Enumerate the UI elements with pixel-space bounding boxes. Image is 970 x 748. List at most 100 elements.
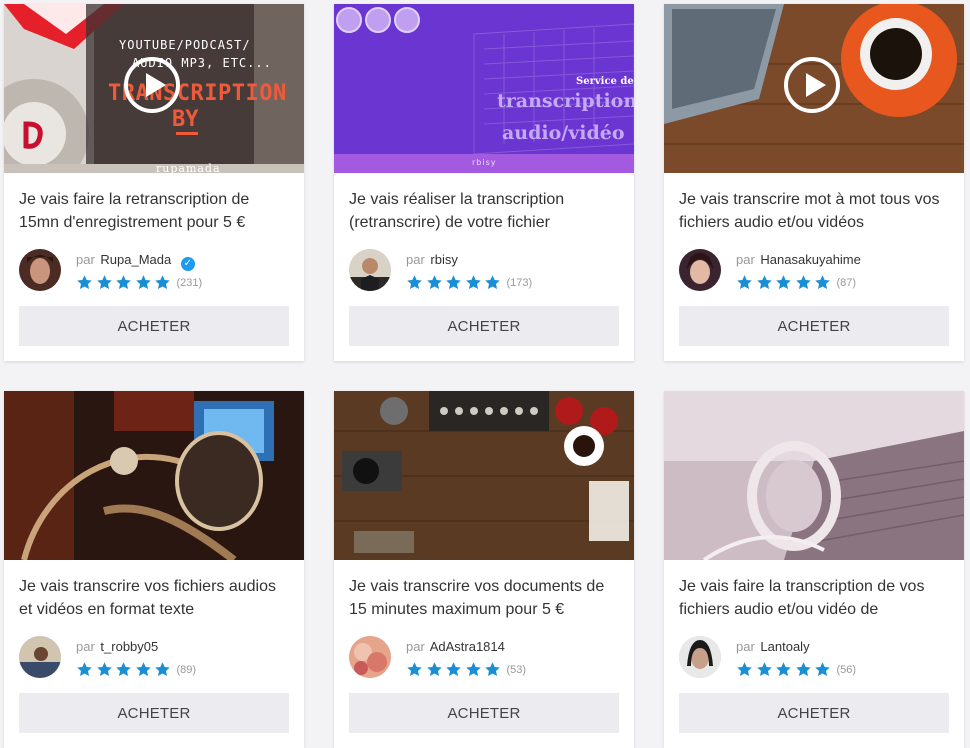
- rating: (56): [736, 661, 856, 678]
- gig-thumbnail[interactable]: [334, 391, 634, 560]
- gig-card[interactable]: Je vais transcrire vos fichiers audios e…: [4, 391, 304, 748]
- play-icon[interactable]: [124, 57, 180, 113]
- star-icon: [135, 274, 152, 291]
- verified-badge-icon: ✓: [180, 257, 195, 271]
- star-icon: [96, 661, 113, 678]
- gig-title[interactable]: Je vais transcrire vos fichiers audios e…: [19, 575, 291, 621]
- thumbnail-image: [334, 4, 634, 173]
- seller-line: par t_robby05: [76, 639, 158, 654]
- seller-line: par Hanasakuyahime: [736, 252, 861, 267]
- star-icon: [795, 274, 812, 291]
- thumbnail-image: [334, 391, 634, 560]
- star-icon: [756, 661, 773, 678]
- buy-button[interactable]: ACHETER: [349, 306, 619, 346]
- thumb-text-line: transcription: [497, 90, 634, 112]
- avatar[interactable]: [349, 249, 391, 291]
- rating: (87): [736, 274, 856, 291]
- star-icon: [736, 661, 753, 678]
- gig-title[interactable]: Je vais faire la transcription de vos fi…: [679, 575, 951, 621]
- star-icon: [814, 274, 831, 291]
- buy-button[interactable]: ACHETER: [19, 306, 289, 346]
- gig-card[interactable]: Je vais transcrire vos documents de 15 m…: [334, 391, 634, 748]
- gig-thumbnail[interactable]: YOUTUBE/PODCAST/ AUDIO MP3, ETC... TRANS…: [4, 4, 304, 173]
- star-icon: [76, 274, 93, 291]
- star-icon: [406, 274, 423, 291]
- thumbnail-image: [664, 391, 964, 560]
- star-icon: [814, 661, 831, 678]
- buy-button[interactable]: ACHETER: [679, 693, 949, 733]
- play-icon[interactable]: [784, 57, 840, 113]
- star-icon: [154, 274, 171, 291]
- star-icon: [406, 661, 423, 678]
- gig-thumbnail[interactable]: [4, 391, 304, 560]
- seller-name[interactable]: Lantoaly: [760, 639, 809, 654]
- seller-name[interactable]: AdAstra1814: [430, 639, 505, 654]
- buy-button[interactable]: ACHETER: [679, 306, 949, 346]
- avatar[interactable]: [19, 636, 61, 678]
- gig-card[interactable]: Je vais transcrire mot à mot tous vos fi…: [664, 4, 964, 361]
- gig-title[interactable]: Je vais transcrire vos documents de 15 m…: [349, 575, 621, 621]
- by-label: par: [406, 639, 425, 654]
- gig-card[interactable]: Service de transcription audio/vidéo rbi…: [334, 4, 634, 361]
- star-icon: [96, 274, 113, 291]
- avatar[interactable]: [19, 249, 61, 291]
- rating: (173): [406, 274, 532, 291]
- by-label: par: [406, 252, 425, 267]
- rating-count: (89): [176, 663, 197, 676]
- gig-thumbnail[interactable]: Service de transcription audio/vidéo rbi…: [334, 4, 634, 173]
- star-icon: [445, 661, 462, 678]
- buy-button[interactable]: ACHETER: [19, 693, 289, 733]
- gig-title[interactable]: Je vais faire la retranscription de 15mn…: [19, 188, 291, 234]
- star-icon: [756, 274, 773, 291]
- star-icon: [736, 274, 753, 291]
- thumb-text-line: BY: [172, 107, 199, 132]
- thumb-text-line: rbisy: [472, 158, 497, 167]
- thumb-text-line: audio/vidéo: [502, 122, 625, 144]
- avatar[interactable]: [679, 249, 721, 291]
- star-icon: [135, 661, 152, 678]
- seller-name[interactable]: rbisy: [430, 252, 457, 267]
- star-icon: [775, 274, 792, 291]
- star-icon: [465, 661, 482, 678]
- star-icon: [115, 661, 132, 678]
- gig-thumbnail[interactable]: [664, 391, 964, 560]
- buy-button[interactable]: ACHETER: [349, 693, 619, 733]
- thumb-divider: [176, 132, 198, 135]
- rating: (231): [76, 274, 202, 291]
- rating: (53): [406, 661, 526, 678]
- by-label: par: [736, 639, 755, 654]
- seller-name[interactable]: Hanasakuyahime: [760, 252, 860, 267]
- by-label: par: [76, 252, 95, 267]
- star-icon: [426, 661, 443, 678]
- rating: (89): [76, 661, 196, 678]
- star-icon: [76, 661, 93, 678]
- thumb-text-line: Service de: [576, 76, 634, 87]
- thumbnail-image: [4, 391, 304, 560]
- rating-count: (87): [836, 276, 857, 289]
- star-icon: [484, 661, 501, 678]
- seller-name[interactable]: Rupa_Mada: [100, 252, 171, 267]
- rating-count: (56): [836, 663, 857, 676]
- rating-count: (173): [506, 276, 533, 289]
- gig-title[interactable]: Je vais transcrire mot à mot tous vos fi…: [679, 188, 951, 234]
- avatar[interactable]: [679, 636, 721, 678]
- gig-title[interactable]: Je vais réaliser la transcription (retra…: [349, 188, 621, 234]
- seller-line: par Lantoaly: [736, 639, 810, 654]
- star-icon: [115, 274, 132, 291]
- seller-name[interactable]: t_robby05: [100, 639, 158, 654]
- star-icon: [795, 661, 812, 678]
- avatar[interactable]: [349, 636, 391, 678]
- seller-line: par rbisy: [406, 252, 458, 267]
- by-label: par: [76, 639, 95, 654]
- star-icon: [775, 661, 792, 678]
- by-label: par: [736, 252, 755, 267]
- gig-card[interactable]: YOUTUBE/PODCAST/ AUDIO MP3, ETC... TRANS…: [4, 4, 304, 361]
- rating-count: (53): [506, 663, 527, 676]
- star-icon: [465, 274, 482, 291]
- thumb-text-line: rupamada: [156, 162, 221, 173]
- star-icon: [426, 274, 443, 291]
- gig-card[interactable]: Je vais faire la transcription de vos fi…: [664, 391, 964, 748]
- star-icon: [154, 661, 171, 678]
- gig-thumbnail[interactable]: [664, 4, 964, 173]
- seller-line: par AdAstra1814: [406, 639, 505, 654]
